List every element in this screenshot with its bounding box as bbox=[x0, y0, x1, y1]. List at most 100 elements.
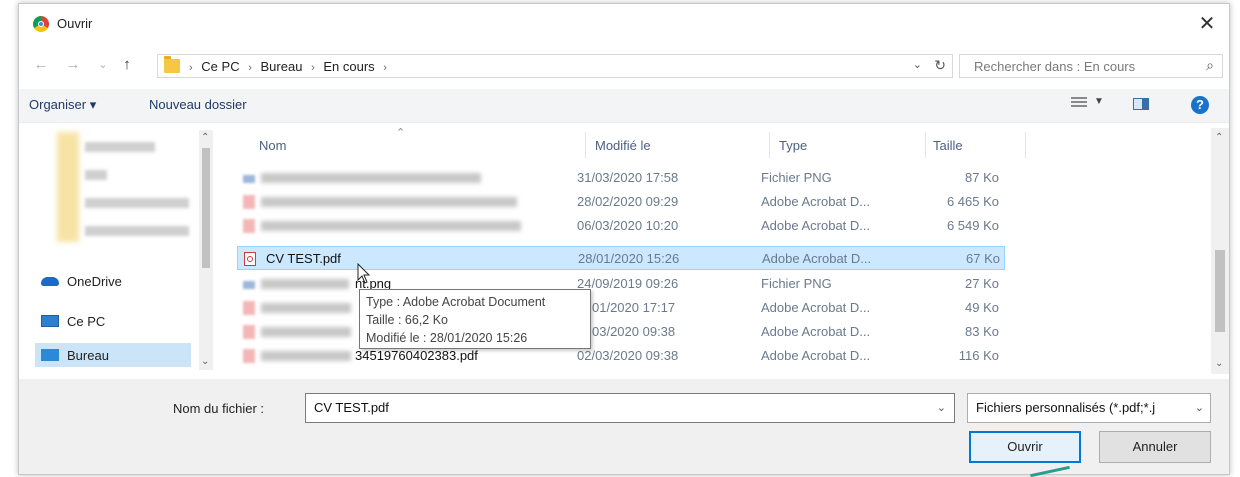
file-modified: 28/01/2020 15:26 bbox=[578, 251, 680, 266]
chevron-down-icon[interactable]: ▼ bbox=[1094, 96, 1104, 107]
file-type: Adobe Acrobat D... bbox=[762, 251, 872, 266]
file-list-scrollbar[interactable]: ⌃ ⌄ bbox=[1211, 128, 1229, 374]
search-input[interactable]: Rechercher dans : En cours bbox=[974, 59, 1135, 74]
file-type: Adobe Acrobat D... bbox=[761, 300, 871, 315]
png-file-icon bbox=[243, 175, 255, 183]
pdf-file-icon bbox=[243, 195, 255, 209]
open-file-dialog: Ouvrir ✕ ← → ⌄ ↑ › Ce PC › Bureau › En c… bbox=[18, 3, 1230, 475]
breadcrumb-en-cours[interactable]: En cours bbox=[323, 59, 374, 74]
blurred-item bbox=[85, 170, 107, 180]
help-icon[interactable]: ? bbox=[1191, 96, 1209, 114]
column-divider[interactable] bbox=[585, 132, 586, 158]
search-box[interactable]: Rechercher dans : En cours ⌕ bbox=[959, 54, 1223, 78]
tooltip-size: Taille : 66,2 Ko bbox=[366, 313, 448, 327]
file-modified: 01/2020 17:17 bbox=[592, 300, 676, 315]
breadcrumb: › Ce PC › Bureau › En cours › bbox=[189, 59, 387, 74]
png-file-icon bbox=[243, 281, 255, 289]
chevron-up-icon[interactable]: ⌃ bbox=[1215, 132, 1223, 143]
pdf-file-icon bbox=[243, 349, 255, 363]
cancel-button[interactable]: Annuler bbox=[1099, 431, 1211, 463]
file-type: Adobe Acrobat D... bbox=[761, 218, 871, 233]
file-name-blurred bbox=[261, 303, 351, 313]
pdf-file-icon bbox=[244, 252, 256, 266]
chrome-icon bbox=[33, 16, 49, 32]
file-name-blurred bbox=[261, 279, 349, 289]
scrollbar-thumb[interactable] bbox=[202, 148, 210, 268]
computer-icon bbox=[41, 315, 59, 327]
file-row[interactable]: nt.png 24/09/2019 09:26 Fichier PNG 27 K… bbox=[237, 272, 1005, 296]
column-divider[interactable] bbox=[1025, 132, 1026, 158]
new-folder-button[interactable]: Nouveau dossier bbox=[149, 97, 247, 112]
back-button[interactable]: ← bbox=[31, 55, 51, 75]
filetype-select[interactable]: Fichiers personnalisés (*.pdf;*.j ⌄ bbox=[967, 393, 1211, 423]
file-row[interactable]: 01/2020 17:17 Adobe Acrobat D... 49 Ko bbox=[237, 296, 1005, 320]
pdf-file-icon bbox=[243, 301, 255, 315]
filename-value[interactable]: CV TEST.pdf bbox=[314, 400, 389, 415]
file-row[interactable]: 03/2020 09:38 Adobe Acrobat D... 83 Ko bbox=[237, 320, 1005, 344]
file-type: Adobe Acrobat D... bbox=[761, 348, 871, 363]
column-divider[interactable] bbox=[769, 132, 770, 158]
file-size: 6 465 Ko bbox=[946, 194, 999, 209]
file-size: 116 Ko bbox=[958, 348, 999, 363]
chevron-down-icon[interactable]: ⌄ bbox=[1215, 358, 1223, 369]
file-row[interactable]: 34519760402383.pdf 02/03/2020 09:38 Adob… bbox=[237, 344, 1005, 368]
tooltip-modified: Modifié le : 28/01/2020 15:26 bbox=[366, 331, 528, 345]
file-type: Fichier PNG bbox=[761, 170, 832, 185]
file-size: 87 Ko bbox=[965, 170, 999, 185]
chevron-down-icon[interactable]: ⌄ bbox=[1195, 401, 1204, 414]
filetype-value[interactable]: Fichiers personnalisés (*.pdf;*.j bbox=[976, 400, 1188, 415]
toolbar: Organiser ▾ Nouveau dossier ▼ ? bbox=[19, 89, 1229, 123]
blurred-item bbox=[85, 226, 189, 236]
file-name: CV TEST.pdf bbox=[266, 251, 341, 266]
file-size: 27 Ko bbox=[965, 276, 999, 291]
chevron-down-icon[interactable]: ⌄ bbox=[201, 356, 209, 367]
breadcrumb-bureau[interactable]: Bureau bbox=[261, 59, 303, 74]
preview-pane-icon[interactable] bbox=[1133, 98, 1149, 110]
recent-locations-button[interactable]: ⌄ bbox=[93, 55, 113, 75]
sidebar-scrollbar[interactable]: ⌃ ⌄ bbox=[199, 130, 213, 370]
file-name: 34519760402383.pdf bbox=[355, 348, 478, 363]
navigation-pane: OneDrive Ce PC Bureau ⌃ ⌄ bbox=[19, 126, 214, 376]
open-button[interactable]: Ouvrir bbox=[969, 431, 1081, 463]
address-bar[interactable]: › Ce PC › Bureau › En cours › ⌄ ↻ bbox=[157, 54, 953, 78]
file-type: Adobe Acrobat D... bbox=[761, 324, 871, 339]
breadcrumb-ce-pc[interactable]: Ce PC bbox=[201, 59, 239, 74]
file-type: Adobe Acrobat D... bbox=[761, 194, 871, 209]
column-header-modified[interactable]: Modifié le bbox=[595, 138, 651, 153]
blurred-item bbox=[85, 198, 189, 208]
title-bar: Ouvrir ✕ bbox=[19, 4, 1229, 44]
file-row-selected[interactable]: CV TEST.pdf 28/01/2020 15:26 Adobe Acrob… bbox=[237, 246, 1005, 270]
chevron-down-icon[interactable]: ⌄ bbox=[937, 401, 946, 414]
sidebar-item-ce-pc[interactable]: Ce PC bbox=[41, 310, 105, 332]
scrollbar-thumb[interactable] bbox=[1215, 250, 1225, 332]
file-row[interactable]: 28/02/2020 09:29 Adobe Acrobat D... 6 46… bbox=[237, 190, 1005, 214]
file-name-blurred bbox=[261, 197, 517, 207]
close-button[interactable]: ✕ bbox=[1195, 12, 1219, 36]
forward-button[interactable]: → bbox=[63, 55, 83, 75]
filename-input[interactable]: CV TEST.pdf ⌄ bbox=[305, 393, 955, 423]
filename-label: Nom du fichier : bbox=[173, 401, 265, 416]
column-header-name[interactable]: Nom bbox=[259, 138, 286, 153]
file-size: 6 549 Ko bbox=[946, 218, 999, 233]
file-row[interactable]: 06/03/2020 10:20 Adobe Acrobat D... 6 54… bbox=[237, 214, 1005, 238]
search-icon[interactable]: ⌕ bbox=[1206, 57, 1214, 74]
column-divider[interactable] bbox=[925, 132, 926, 158]
file-info-tooltip: Type : Adobe Acrobat Document Taille : 6… bbox=[359, 289, 591, 349]
file-row[interactable]: 31/03/2020 17:58 Fichier PNG 87 Ko bbox=[237, 166, 1005, 190]
file-name-blurred bbox=[261, 351, 351, 361]
organize-button[interactable]: Organiser ▾ bbox=[29, 97, 96, 113]
file-type: Fichier PNG bbox=[761, 276, 832, 291]
chevron-up-icon[interactable]: ⌃ bbox=[201, 132, 209, 143]
column-header-size[interactable]: Taille bbox=[933, 138, 963, 153]
file-size: 83 Ko bbox=[965, 324, 999, 339]
view-options-icon[interactable] bbox=[1071, 97, 1087, 111]
sidebar-item-label: Bureau bbox=[67, 347, 109, 363]
refresh-icon[interactable]: ↻ bbox=[934, 57, 946, 74]
sidebar-item-onedrive[interactable]: OneDrive bbox=[41, 270, 122, 292]
chevron-down-icon[interactable]: ⌄ bbox=[913, 58, 922, 71]
sidebar-item-bureau[interactable]: Bureau bbox=[41, 344, 109, 366]
up-button[interactable]: ↑ bbox=[117, 55, 137, 75]
desktop-icon bbox=[41, 349, 59, 361]
file-name-blurred bbox=[261, 221, 521, 231]
column-header-type[interactable]: Type bbox=[779, 138, 807, 153]
